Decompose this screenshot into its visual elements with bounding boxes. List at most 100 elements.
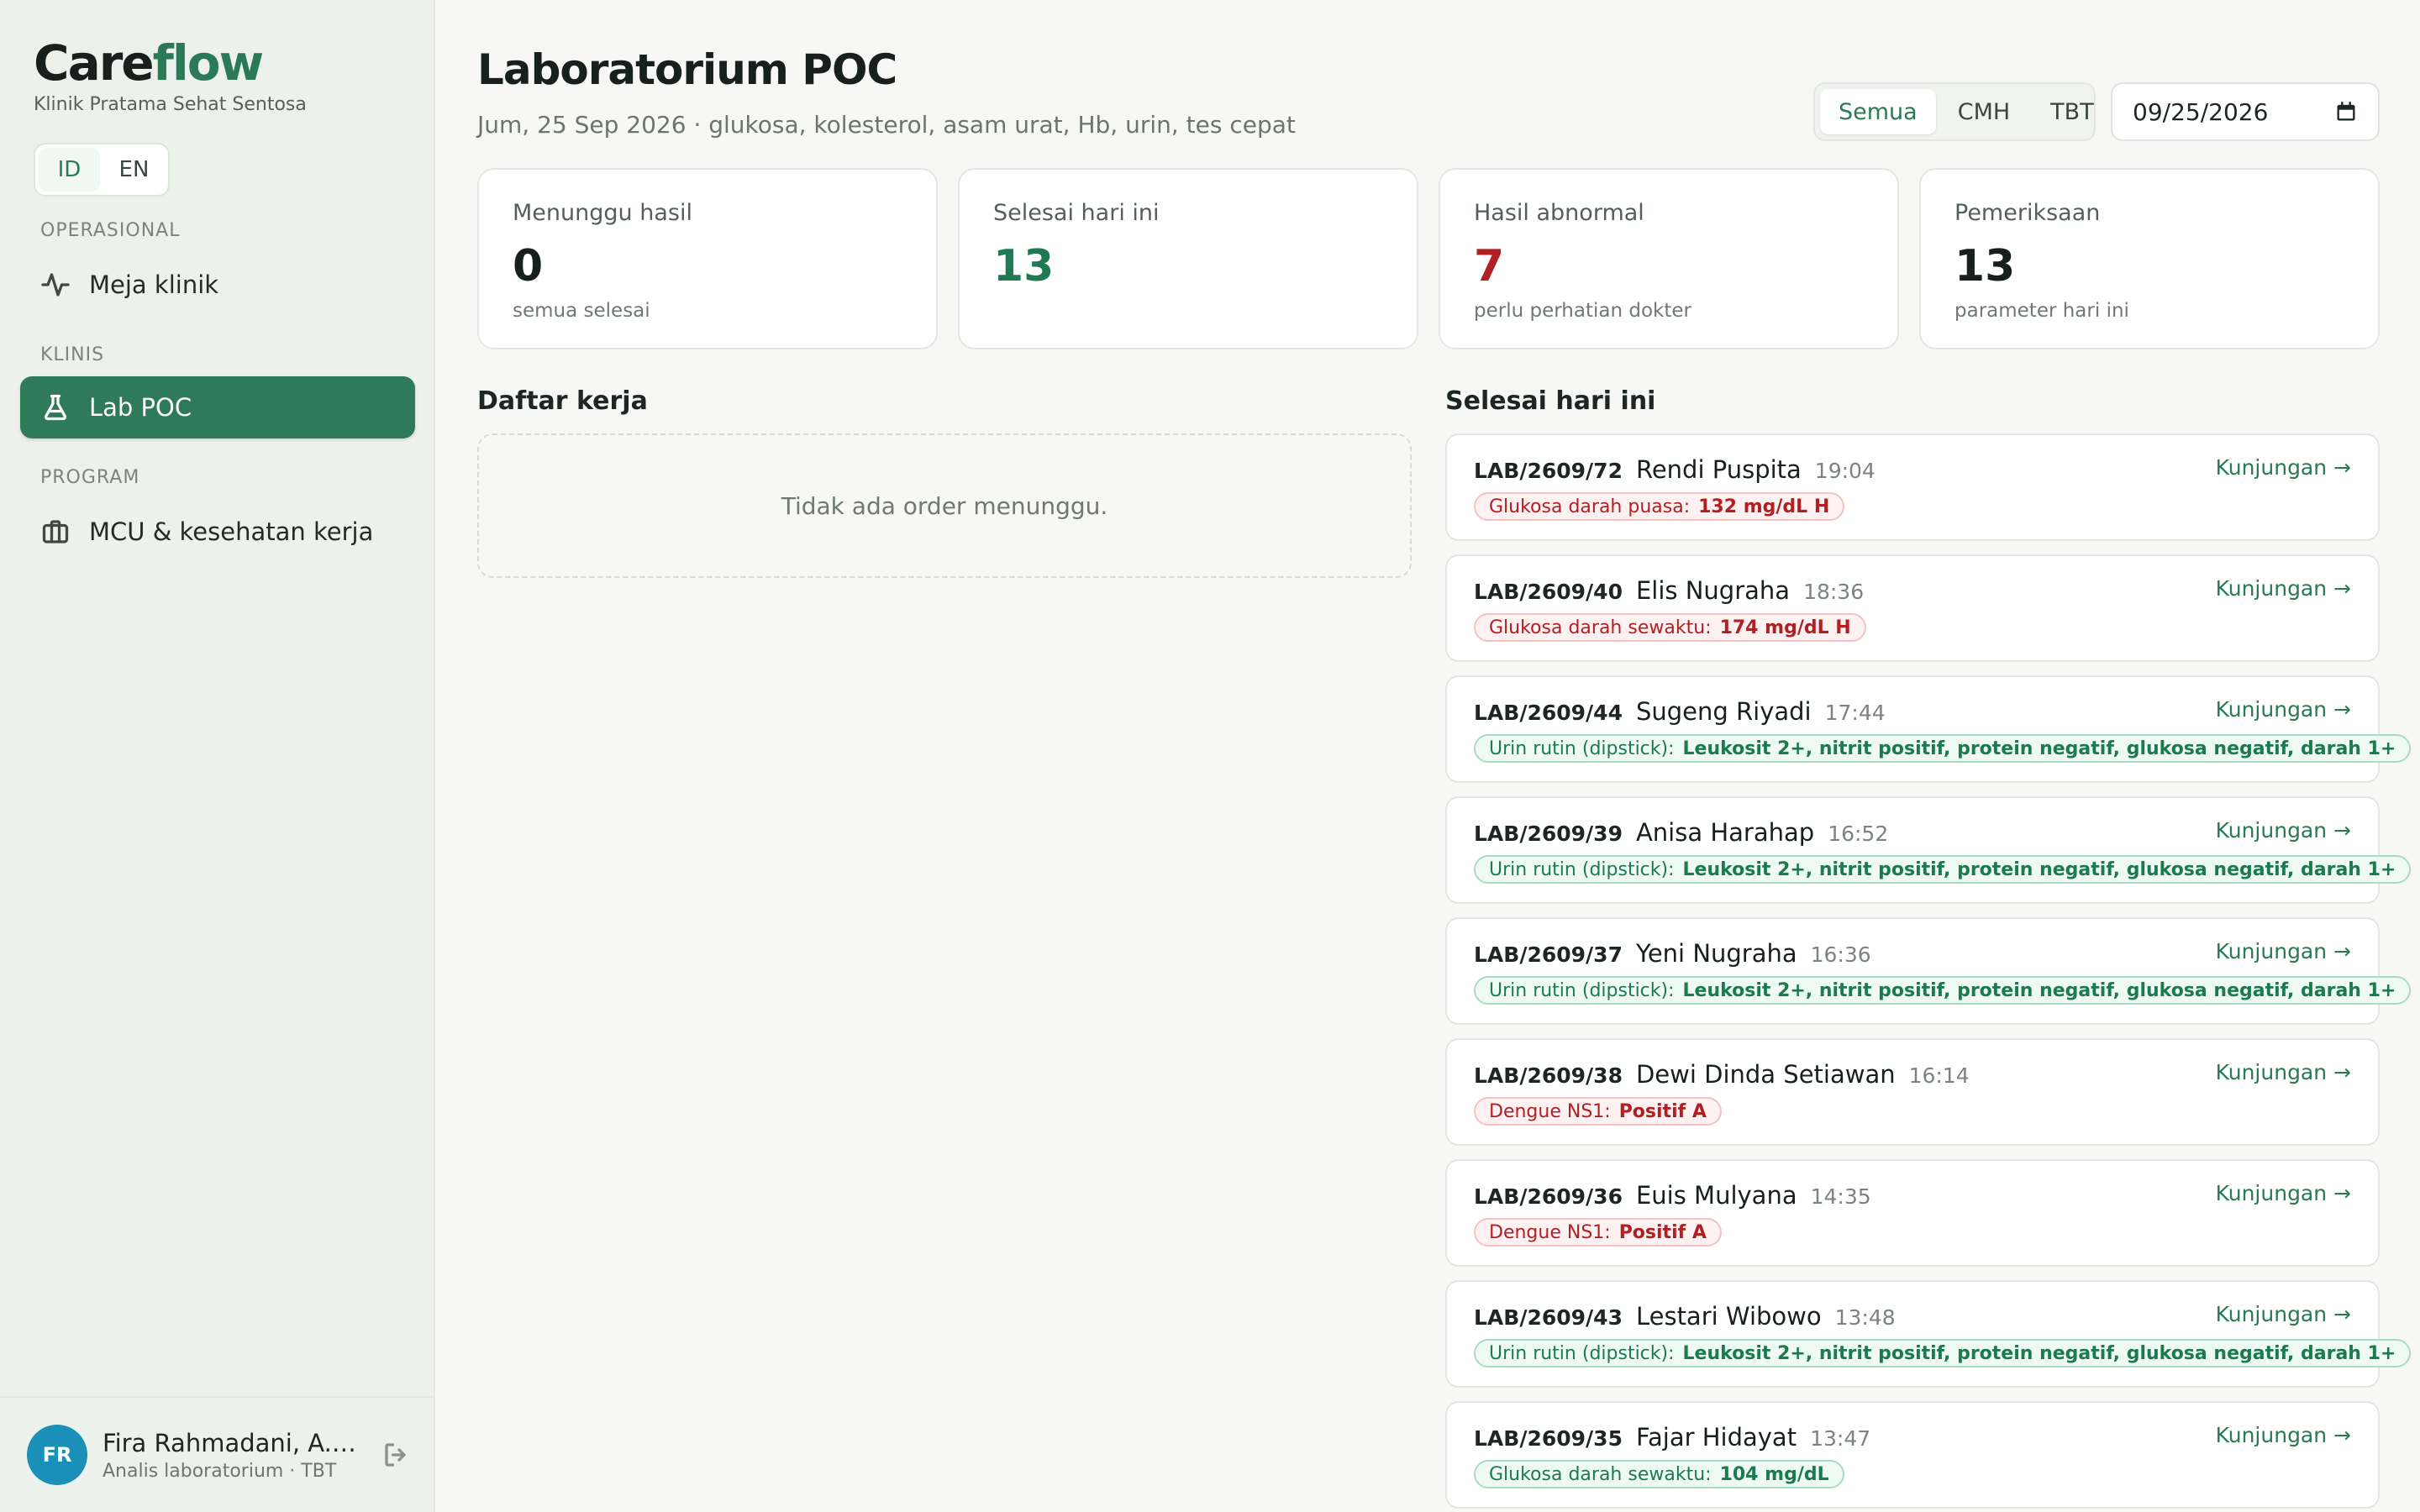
test-result: Leukosit 2+, nitrit positif, protein neg…: [1682, 858, 2396, 880]
test-result: Positif A: [1618, 1221, 1707, 1243]
page-title: Laboratorium POC: [477, 45, 897, 94]
test-name: Glukosa darah puasa:: [1489, 496, 1691, 517]
visit-link[interactable]: Kunjungan →: [2216, 1423, 2351, 1447]
calendar-icon[interactable]: [2334, 100, 2358, 123]
filter-cmh[interactable]: CMH: [1939, 89, 2028, 134]
filter-tbt[interactable]: TBT: [2032, 89, 2112, 134]
visit-link[interactable]: Kunjungan →: [2216, 576, 2351, 601]
sidebar-item-mcu[interactable]: MCU & kesehatan kerja: [20, 501, 415, 563]
stat-hint: semua selesai: [513, 300, 650, 322]
result-card[interactable]: LAB/2609/40 Elis Nugraha 18:36 Kunjungan…: [1445, 554, 2380, 662]
result-pill: Urin rutin (dipstick): Leukosit 2+, nitri…: [1474, 734, 2412, 763]
result-pill: Urin rutin (dipstick): Leukosit 2+, nitri…: [1474, 976, 2412, 1005]
result-card[interactable]: LAB/2609/43 Lestari Wibowo 13:48 Kunjung…: [1445, 1280, 2412, 1388]
test-name: Urin rutin (dipstick):: [1489, 1342, 1675, 1364]
date-value: 09/25/2026: [2133, 97, 2269, 126]
test-result: 132 mg/dL H: [1698, 496, 1830, 517]
logout-icon: [385, 1443, 406, 1467]
sidebar: Careflow Klinik Pratama Sehat Sentosa ID…: [0, 0, 435, 1512]
page-subtitle: Jum, 25 Sep 2026 · glukosa, kolesterol, …: [477, 111, 1296, 139]
test-name: Urin rutin (dipstick):: [1489, 738, 1675, 759]
lab-order-id: LAB/2609/37: [1474, 942, 1623, 967]
result-pill: Glukosa darah sewaktu: 104 mg/dL: [1474, 1460, 1844, 1488]
stat-value: 13: [993, 241, 1055, 291]
stat-value: 0: [513, 241, 544, 291]
brand: Careflow Klinik Pratama Sehat Sentosa: [34, 34, 307, 115]
sidebar-item-label: Meja klinik: [89, 270, 219, 299]
result-card[interactable]: LAB/2609/44 Sugeng Riyadi 17:44 Kunjunga…: [1445, 675, 2412, 783]
visit-link[interactable]: Kunjungan →: [2216, 1060, 2351, 1084]
stat-value: 7: [1474, 241, 1505, 291]
lab-order-id: LAB/2609/43: [1474, 1305, 1623, 1330]
stat-hint: perlu perhatian dokter: [1474, 300, 1691, 322]
visit-link[interactable]: Kunjungan →: [2216, 939, 2351, 963]
clinic-name: Klinik Pratama Sehat Sentosa: [34, 94, 307, 115]
stat-hint: parameter hari ini: [1954, 300, 2129, 322]
test-result: Leukosit 2+, nitrit positif, protein neg…: [1682, 738, 2396, 759]
result-time: 17:44: [1824, 701, 1886, 725]
lang-id-button[interactable]: ID: [39, 148, 100, 192]
result-pill: Urin rutin (dipstick): Leukosit 2+, nitri…: [1474, 1339, 2412, 1368]
patient-name: Dewi Dinda Setiawan: [1635, 1060, 1896, 1089]
nav-section-operasional: OPERASIONAL: [40, 220, 181, 241]
result-card[interactable]: LAB/2609/35 Fajar Hidayat 13:47 Kunjunga…: [1445, 1401, 2380, 1509]
result-card[interactable]: LAB/2609/37 Yeni Nugraha 16:36 Kunjungan…: [1445, 917, 2412, 1025]
worklist-empty-state: Tidak ada order menunggu.: [477, 433, 1412, 578]
stat-label: Hasil abnormal: [1474, 200, 1644, 226]
visit-link[interactable]: Kunjungan →: [2216, 697, 2351, 722]
test-name: Glukosa darah sewaktu:: [1489, 1463, 1712, 1485]
lang-en-button[interactable]: EN: [103, 148, 165, 192]
visit-link[interactable]: Kunjungan →: [2216, 818, 2351, 843]
visit-link[interactable]: Kunjungan →: [2216, 1181, 2351, 1205]
visit-link[interactable]: Kunjungan →: [2216, 455, 2351, 480]
stat-label: Selesai hari ini: [993, 200, 1160, 226]
lab-order-id: LAB/2609/38: [1474, 1063, 1623, 1088]
test-name: Dengue NS1:: [1489, 1100, 1611, 1122]
date-input[interactable]: 09/25/2026: [2111, 82, 2380, 141]
result-card[interactable]: LAB/2609/36 Euis Mulyana 14:35 Kunjungan…: [1445, 1159, 2380, 1267]
visit-link[interactable]: Kunjungan →: [2216, 1302, 2351, 1326]
patient-name: Euis Mulyana: [1635, 1181, 1797, 1210]
lab-order-id: LAB/2609/44: [1474, 701, 1623, 725]
patient-name: Fajar Hidayat: [1635, 1423, 1797, 1452]
sidebar-item-lab-poc[interactable]: Lab POC: [20, 376, 415, 438]
result-pill: Glukosa darah sewaktu: 174 mg/dL H: [1474, 613, 1866, 642]
user-name: Fira Rahmadani, A.Md.AK: [103, 1428, 363, 1457]
result-pill: Dengue NS1: Positif A: [1474, 1097, 1722, 1126]
result-time: 18:36: [1803, 580, 1865, 604]
stat-card-selesai: Selesai hari ini 13: [958, 168, 1418, 349]
patient-name: Anisa Harahap: [1635, 818, 1815, 847]
clinic-filter: Semua CMH TBT: [1813, 82, 2096, 141]
filter-semua[interactable]: Semua: [1820, 89, 1936, 134]
result-pill: Glukosa darah puasa: 132 mg/dL H: [1474, 492, 1845, 521]
test-result: 174 mg/dL H: [1719, 617, 1851, 638]
language-switcher: ID EN: [34, 143, 170, 197]
stat-label: Menunggu hasil: [513, 200, 692, 226]
briefcase-icon: [42, 520, 69, 543]
worklist-title: Daftar kerja: [477, 386, 648, 416]
activity-icon: [41, 273, 70, 297]
logout-button[interactable]: [381, 1440, 412, 1470]
avatar[interactable]: FR: [27, 1425, 87, 1485]
test-name: Urin rutin (dipstick):: [1489, 858, 1675, 880]
brand-logo[interactable]: Careflow: [34, 34, 307, 92]
patient-name: Yeni Nugraha: [1635, 939, 1797, 968]
result-card[interactable]: LAB/2609/38 Dewi Dinda Setiawan 16:14 Ku…: [1445, 1038, 2380, 1146]
result-pill: Dengue NS1: Positif A: [1474, 1218, 1722, 1247]
flask-icon: [44, 394, 67, 421]
sidebar-item-meja-klinik[interactable]: Meja klinik: [20, 254, 415, 316]
lab-order-id: LAB/2609/39: [1474, 822, 1623, 846]
test-name: Dengue NS1:: [1489, 1221, 1611, 1243]
result-time: 16:36: [1810, 942, 1871, 967]
lab-order-id: LAB/2609/40: [1474, 580, 1623, 604]
nav-section-klinis: KLINIS: [40, 344, 105, 365]
result-time: 16:14: [1908, 1063, 1970, 1088]
result-time: 13:47: [1810, 1426, 1871, 1451]
lab-order-id: LAB/2609/72: [1474, 459, 1623, 483]
result-card[interactable]: LAB/2609/72 Rendi Puspita 19:04 Kunjunga…: [1445, 433, 2380, 541]
nav-section-program: PROGRAM: [40, 467, 140, 488]
patient-name: Elis Nugraha: [1635, 576, 1791, 605]
user-role: Analis laboratorium · TBT: [103, 1460, 337, 1482]
result-time: 13:48: [1834, 1305, 1896, 1330]
result-card[interactable]: LAB/2609/39 Anisa Harahap 16:52 Kunjunga…: [1445, 796, 2412, 904]
